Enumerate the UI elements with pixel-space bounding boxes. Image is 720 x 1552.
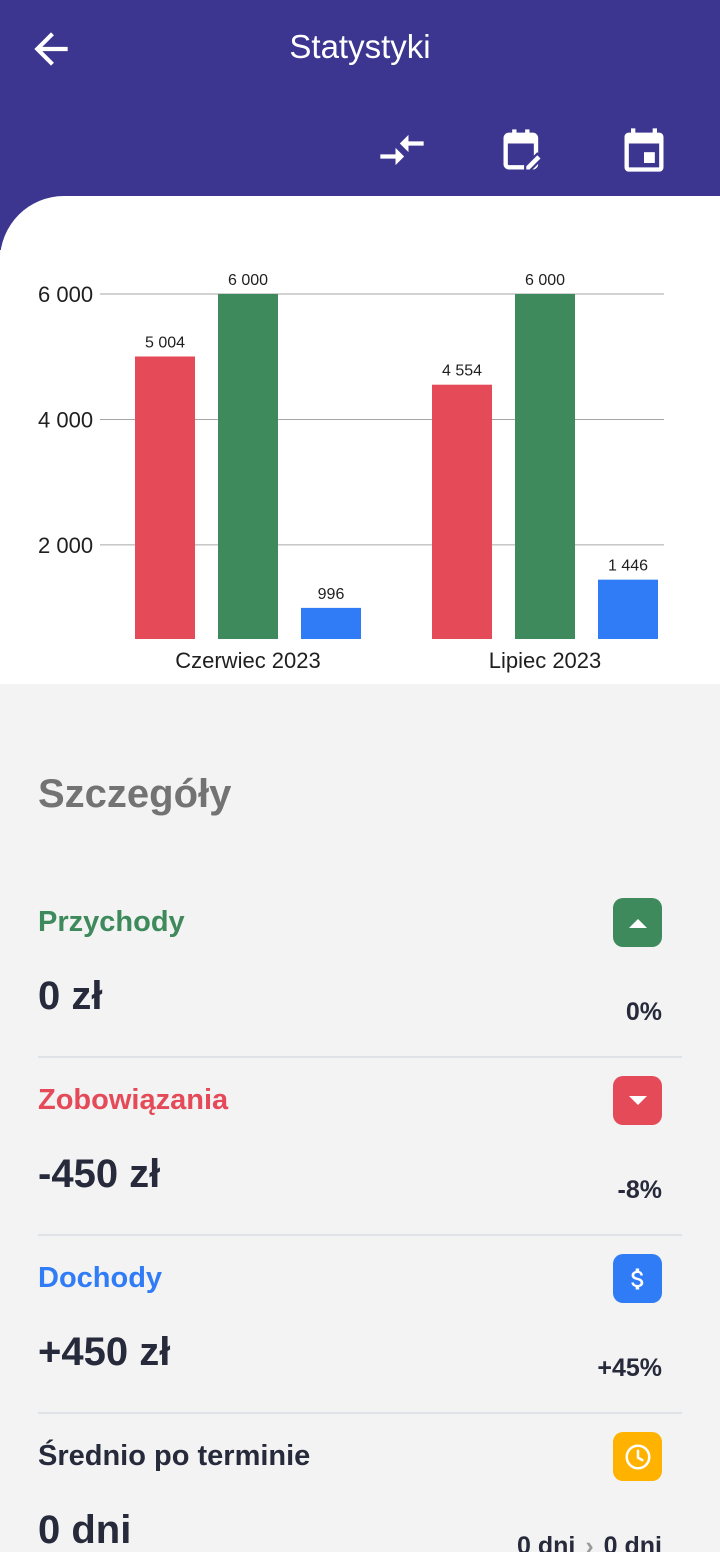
details-section: Szczegóły Przychody 0 zł 0% Zobowiązania… bbox=[0, 684, 720, 1552]
bar-value-label: 6 000 bbox=[228, 272, 268, 289]
earnings-row[interactable]: Dochody +450 zł +45% bbox=[38, 1236, 682, 1414]
y-tick-label: 6 000 bbox=[38, 282, 93, 307]
overdue-range: 0 dni › 0 dni bbox=[517, 1532, 662, 1552]
overdue-from: 0 dni bbox=[516, 1532, 576, 1552]
calendar-today-icon bbox=[624, 128, 664, 172]
edit-date-range-button[interactable] bbox=[497, 124, 549, 176]
bar-value-label: 5 004 bbox=[145, 334, 185, 351]
compare-arrows-icon bbox=[380, 134, 424, 166]
bar-value-label: 4 554 bbox=[442, 363, 482, 380]
bar bbox=[218, 294, 278, 639]
chart-card: 2 000 4 000 6 000 5 004 6 000 996 Czerwiec 202… bbox=[0, 196, 720, 684]
bar bbox=[301, 607, 361, 639]
overdue-row[interactable]: Średnio po terminie 0 dni 0 dni › 0 dni bbox=[38, 1414, 682, 1552]
earnings-value: +450 zł bbox=[38, 1330, 171, 1374]
details-title: Szczegóły bbox=[38, 772, 232, 816]
income-badge bbox=[613, 898, 662, 947]
clock-icon bbox=[625, 1444, 650, 1469]
liabilities-percent: -8% bbox=[617, 1176, 662, 1204]
dollar-icon bbox=[630, 1268, 643, 1289]
compare-button[interactable] bbox=[376, 124, 428, 176]
liabilities-badge bbox=[613, 1076, 662, 1125]
caret-up-icon bbox=[628, 918, 647, 928]
today-button[interactable] bbox=[618, 124, 670, 176]
income-label: Przychody bbox=[38, 906, 185, 938]
bar bbox=[432, 384, 492, 639]
overdue-badge bbox=[613, 1432, 662, 1481]
liabilities-value: -450 zł bbox=[38, 1152, 161, 1196]
earnings-label: Dochody bbox=[38, 1262, 163, 1294]
earnings-badge bbox=[613, 1254, 662, 1303]
earnings-percent: +45% bbox=[597, 1354, 662, 1382]
bar-value-label: 1 446 bbox=[608, 558, 648, 575]
overdue-to: 0 dni bbox=[603, 1532, 662, 1552]
income-row[interactable]: Przychody 0 zł 0% bbox=[38, 880, 682, 1058]
chevron-right-icon: › bbox=[585, 1532, 594, 1552]
liabilities-row[interactable]: Zobowiązania -450 zł -8% bbox=[38, 1058, 682, 1236]
y-tick-label: 4 000 bbox=[38, 407, 93, 432]
bar bbox=[598, 579, 658, 639]
statistics-screen: Statystyki 2 000 4 000 6 000 5 004 6 000 996 C… bbox=[0, 0, 720, 1552]
page-title: Statystyki bbox=[289, 28, 431, 65]
y-tick-label: 2 000 bbox=[38, 533, 93, 558]
overdue-value: 0 dni bbox=[38, 1508, 132, 1552]
bar bbox=[515, 294, 575, 639]
x-tick-label: Czerwiec 2023 bbox=[175, 648, 321, 673]
x-tick-label: Lipiec 2023 bbox=[489, 648, 602, 673]
bar-chart: 2 000 4 000 6 000 5 004 6 000 996 Czerwiec 202… bbox=[38, 272, 664, 673]
bar-value-label: 996 bbox=[318, 586, 345, 603]
overdue-label: Średnio po terminie bbox=[38, 1440, 311, 1472]
liabilities-label: Zobowiązania bbox=[38, 1084, 229, 1116]
bar-value-label: 6 000 bbox=[525, 272, 565, 289]
caret-down-icon bbox=[628, 1095, 647, 1105]
income-percent: 0% bbox=[625, 998, 662, 1026]
bar bbox=[135, 356, 195, 639]
calendar-edit-icon bbox=[503, 129, 544, 172]
income-value: 0 zł bbox=[38, 974, 103, 1018]
